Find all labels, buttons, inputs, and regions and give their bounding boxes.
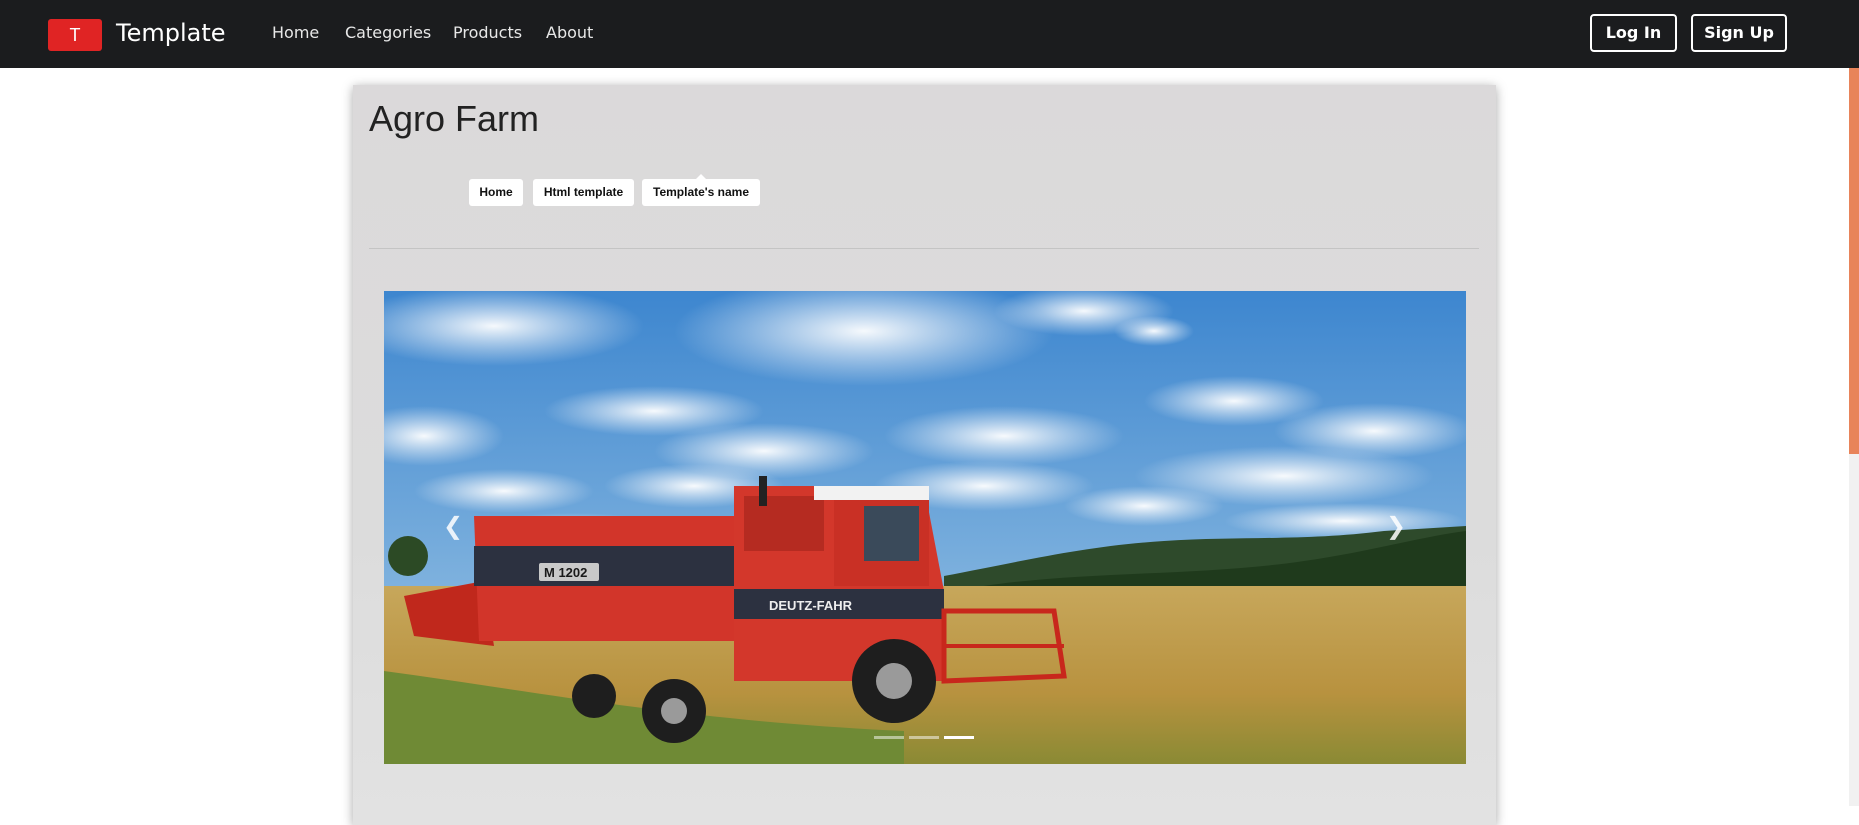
carousel-slide-image: M 1202 DEUTZ-FAHR [384,291,1466,764]
signup-button[interactable]: Sign Up [1691,14,1787,52]
caret-up-icon [696,174,706,179]
login-button[interactable]: Log In [1590,14,1677,52]
nav-link-products[interactable]: Products [453,23,522,43]
page-title: Agro Farm [369,98,540,139]
harvester-model-label: M 1202 [544,565,587,580]
chevron-right-icon[interactable]: ❯ [1381,511,1411,541]
chevron-left-icon[interactable]: ❮ [438,511,468,541]
brand-name[interactable]: Template [116,17,226,49]
image-carousel[interactable]: M 1202 DEUTZ-FAHR ❮ ❯ [384,291,1466,764]
content-panel: Agro Farm Home Html template Template's … [353,85,1496,825]
nav-link-home[interactable]: Home [272,23,319,43]
nav-link-about[interactable]: About [546,23,593,43]
breadcrumb-home[interactable]: Home [469,179,523,206]
carousel-indicators [874,736,984,742]
carousel-indicator-1[interactable] [874,736,904,739]
harvester-brand-label: DEUTZ-FAHR [769,598,853,613]
section-divider [369,248,1479,249]
breadcrumb-template-name-label: Template's name [653,185,749,199]
page-scrollbar-thumb[interactable] [1849,68,1859,454]
carousel-indicator-3[interactable] [944,736,974,739]
carousel-indicator-2[interactable] [909,736,939,739]
nav-link-categories[interactable]: Categories [345,23,431,43]
top-navbar: T Template Home Categories Products Abou… [0,0,1859,68]
brand-logo[interactable]: T [48,19,102,51]
breadcrumb-html-template[interactable]: Html template [533,179,634,206]
breadcrumb-template-name[interactable]: Template's name [642,174,760,206]
